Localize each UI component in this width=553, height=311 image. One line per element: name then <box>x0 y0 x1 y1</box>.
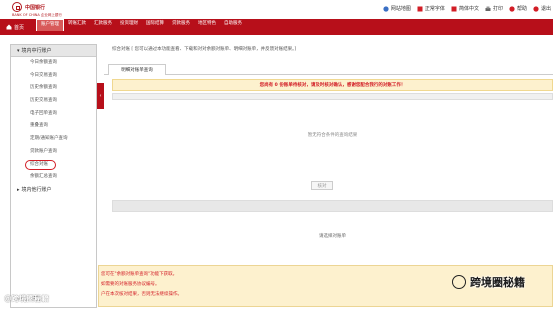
sidebar-item-today-balance[interactable]: 今日余额查询 <box>11 57 96 70</box>
sidebar-item-reconciliation[interactable]: 综合对账 <box>11 159 96 172</box>
sidebar-item-today-transactions[interactable]: 今日交易查询 <box>11 70 96 83</box>
sidebar-item-time-deposit[interactable]: 定期/通知账户查询 <box>11 133 96 146</box>
tab-bar: 明细对账单查询 <box>104 64 553 75</box>
triangle-right-icon: ▸ <box>17 186 20 193</box>
tip-line: 如需要的对账服务协议编号。 <box>101 282 160 287</box>
nav-home[interactable]: 首页 <box>6 22 24 32</box>
nav-item-transfer[interactable]: 转账汇款 <box>64 19 90 35</box>
sidebar-collapse-button[interactable]: ‹ <box>97 83 104 109</box>
sidebar-item-e-receipt[interactable]: 电子回单查询 <box>11 108 96 121</box>
logout-icon <box>533 5 539 12</box>
bank-logo-subtitle: BANK OF CHINA 企业网上银行 <box>12 13 62 17</box>
sidebar-item-history-balance[interactable]: 历史余额查询 <box>11 82 96 95</box>
pending-alert: 您尚有 0 份账单待核对，请及时核对确认，感谢您配合我行的对账工作！ <box>112 79 553 91</box>
nav-item-intl-settlement[interactable]: 国际结算 <box>142 19 168 35</box>
language-icon <box>451 6 457 11</box>
statement-panel-header <box>112 200 553 212</box>
nav-item-regional[interactable]: 地区特色 <box>194 19 220 35</box>
watermark-logo-icon <box>452 275 466 289</box>
sidebar-item-loan-account[interactable]: 贷款账户查询 <box>11 146 96 159</box>
bank-logo-text: 中国银行 <box>25 4 46 11</box>
highlight-circle <box>25 159 56 170</box>
language-link[interactable]: 简体中文 <box>451 5 479 12</box>
verify-button[interactable]: 核对 <box>311 181 333 190</box>
results-panel-header <box>112 93 553 100</box>
print-link[interactable]: 打印 <box>485 5 503 12</box>
select-statement-text: 请选择对账单 <box>319 234 346 239</box>
sidebar: ▾ 境内中行账户 今日余额查询 今日交易查询 历史余额查询 历史交易查询 电子回… <box>10 44 97 308</box>
page-description: 综合对账 [ 您可以通过本功能查看、下载和对对余额对账单、明细对账单，并反馈对账… <box>112 47 297 52</box>
tip-line: 您可在"余额对账单查询"功能下获取。 <box>101 272 178 277</box>
font-icon <box>417 6 423 11</box>
nav-item-self-service[interactable]: 自助服务 <box>220 19 246 35</box>
print-icon <box>485 6 491 11</box>
bank-logo[interactable]: 中国银行 <box>12 2 45 12</box>
watermark-left: @跨境圈秘籍 <box>4 294 49 303</box>
sitemap-icon <box>383 5 389 12</box>
home-icon <box>6 24 12 30</box>
nav-item-investment[interactable]: 投资理财 <box>116 19 142 35</box>
bank-logo-icon <box>12 2 22 12</box>
tip-line: 户在本次核对结果，否则无法继续操作。 <box>101 292 182 297</box>
chevron-left-icon: ‹ <box>99 93 102 99</box>
triangle-down-icon: ▾ <box>17 47 20 54</box>
empty-results-text: 暂无符合条件的查询结果 <box>307 133 358 138</box>
top-header: 中国银行 BANK OF CHINA 企业网上银行 网站地图 正常字体 简体中文… <box>0 0 553 19</box>
top-links: 网站地图 正常字体 简体中文 打印 帮助 退出 <box>383 5 551 12</box>
sidebar-group-domestic-boc[interactable]: ▾ 境内中行账户 <box>11 45 96 57</box>
main-nav: 首页 账户管理 转账汇款 汇款服务 投资理财 国际结算 贷款服务 地区特色 自助… <box>0 19 553 35</box>
watermark-right: 跨境圈秘籍 <box>470 276 525 289</box>
font-size-link[interactable]: 正常字体 <box>417 5 445 12</box>
sidebar-list: 今日余额查询 今日交易查询 历史余额查询 历史交易查询 电子回单查询 重叠查询 … <box>11 57 96 184</box>
sitemap-link[interactable]: 网站地图 <box>383 5 411 12</box>
nav-item-account[interactable]: 账户管理 <box>36 19 64 31</box>
nav-items: 账户管理 转账汇款 汇款服务 投资理财 国际结算 贷款服务 地区特色 自助服务 <box>36 19 246 35</box>
nav-item-loan[interactable]: 贷款服务 <box>168 19 194 35</box>
logout-link[interactable]: 退出 <box>533 5 551 12</box>
sidebar-item-overlap-query[interactable]: 重叠查询 <box>11 120 96 133</box>
nav-item-remittance[interactable]: 汇款服务 <box>90 19 116 35</box>
sidebar-group-domestic-other[interactable]: ▸ 境内他行账户 <box>11 184 96 196</box>
help-icon <box>509 5 515 12</box>
sidebar-item-balance-summary[interactable]: 余额汇总查询 <box>11 171 96 184</box>
help-link[interactable]: 帮助 <box>509 5 527 12</box>
sidebar-item-history-transactions[interactable]: 历史交易查询 <box>11 95 96 108</box>
tab-detail-statement[interactable]: 明细对账单查询 <box>108 64 166 75</box>
